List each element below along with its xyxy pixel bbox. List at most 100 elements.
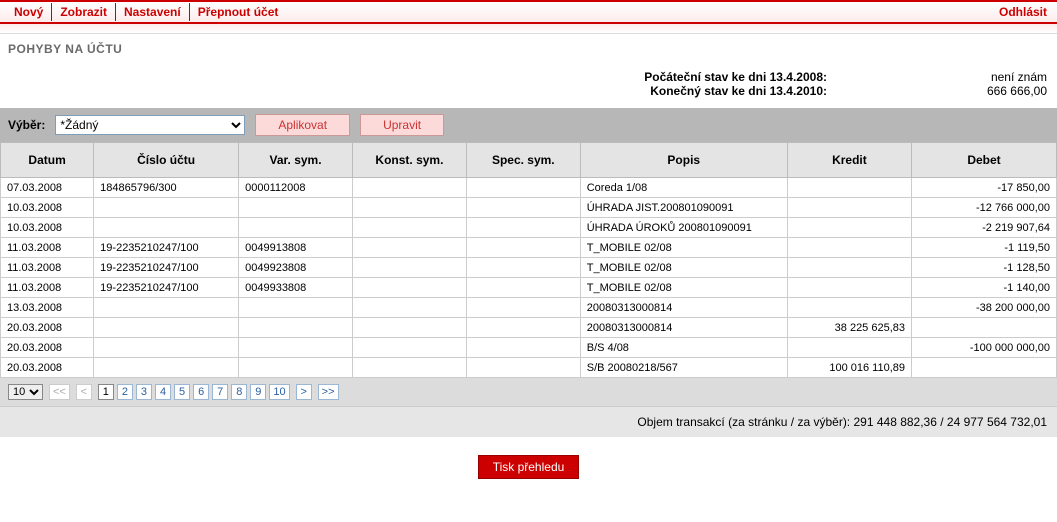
pager-page-4[interactable]: 4 xyxy=(155,384,171,400)
cell-credit xyxy=(787,178,911,198)
print-row: Tisk přehledu xyxy=(0,437,1057,497)
page-size-select[interactable]: 10 xyxy=(8,384,43,400)
table-row: 10.03.2008ÚHRADA JIST.200801090091-12 76… xyxy=(1,198,1057,218)
cell-konst-sym xyxy=(352,218,466,238)
cell-credit xyxy=(787,198,911,218)
cell-var-sym: 0049923808 xyxy=(239,258,353,278)
cell-debit: -100 000 000,00 xyxy=(912,338,1057,358)
col-account: Číslo účtu xyxy=(94,143,239,178)
table-row: 11.03.200819-2235210247/1000049913808 T_M… xyxy=(1,238,1057,258)
pager-page-2[interactable]: 2 xyxy=(117,384,133,400)
filter-label: Výběr: xyxy=(8,118,45,132)
cell-konst-sym xyxy=(352,338,466,358)
table-row: 20.03.2008S/B 20080218/567100 016 110,89 xyxy=(1,358,1057,378)
cell-description: T_MOBILE 02/08 xyxy=(580,258,787,278)
cell-description: 20080313000814 xyxy=(580,318,787,338)
cell-konst-sym xyxy=(352,198,466,218)
cell-konst-sym xyxy=(352,258,466,278)
cell-konst-sym xyxy=(352,298,466,318)
table-row: 11.03.200819-2235210247/1000049933808T_M… xyxy=(1,278,1057,298)
pager-page-9[interactable]: 9 xyxy=(250,384,266,400)
table-row: 11.03.200819-2235210247/1000049923808T_M… xyxy=(1,258,1057,278)
pager-next[interactable]: > xyxy=(296,384,312,400)
cell-konst-sym xyxy=(352,178,466,198)
balance-summary: Počáteční stav ke dni 13.4.2008: není zn… xyxy=(0,66,1057,108)
cell-spec-sym xyxy=(466,358,580,378)
cell-debit: -1 119,50 xyxy=(912,238,1057,258)
pager-page-10[interactable]: 10 xyxy=(269,384,289,400)
cell-debit xyxy=(912,318,1057,338)
pager-last[interactable]: >> xyxy=(318,384,339,400)
apply-button[interactable]: Aplikovat xyxy=(255,114,350,136)
cell-var-sym: 0000112008 xyxy=(239,178,353,198)
cell-spec-sym xyxy=(466,338,580,358)
transactions-table: Datum Číslo účtu Var. sym. Konst. sym. S… xyxy=(0,142,1057,378)
cell-date: 20.03.2008 xyxy=(1,318,94,338)
cell-spec-sym xyxy=(466,198,580,218)
cell-konst-sym xyxy=(352,318,466,338)
cell-konst-sym xyxy=(352,358,466,378)
col-konst-sym: Konst. sym. xyxy=(352,143,466,178)
cell-var-sym: 0049913808 xyxy=(239,238,353,258)
pager-page-6[interactable]: 6 xyxy=(193,384,209,400)
cell-credit xyxy=(787,338,911,358)
menu-view[interactable]: Zobrazit xyxy=(52,3,116,21)
cell-var-sym xyxy=(239,298,353,318)
cell-account: 19-2235210247/100 xyxy=(94,238,239,258)
volume-label: Objem transakcí (za stránku / za výběr): xyxy=(637,415,853,429)
cell-spec-sym xyxy=(466,238,580,258)
cell-account xyxy=(94,358,239,378)
cell-description: S/B 20080218/567 xyxy=(580,358,787,378)
cell-date: 11.03.2008 xyxy=(1,278,94,298)
cell-spec-sym xyxy=(466,218,580,238)
menu-new[interactable]: Nový xyxy=(6,3,52,21)
cell-date: 13.03.2008 xyxy=(1,298,94,318)
cell-description: T_MOBILE 02/08 xyxy=(580,278,787,298)
cell-spec-sym xyxy=(466,278,580,298)
cell-description: T_MOBILE 02/08 xyxy=(580,238,787,258)
print-button[interactable]: Tisk přehledu xyxy=(478,455,580,479)
cell-var-sym xyxy=(239,218,353,238)
closing-balance-value: 666 666,00 xyxy=(907,84,1047,98)
pager-page-7[interactable]: 7 xyxy=(212,384,228,400)
cell-credit xyxy=(787,258,911,278)
menu-switch-account[interactable]: Přepnout účet xyxy=(190,3,287,21)
logout-link[interactable]: Odhlásit xyxy=(999,5,1051,19)
cell-date: 11.03.2008 xyxy=(1,258,94,278)
cell-account xyxy=(94,298,239,318)
cell-credit xyxy=(787,218,911,238)
page-title: POHYBY NA ÚČTU xyxy=(0,34,1057,66)
cell-account xyxy=(94,318,239,338)
cell-date: 20.03.2008 xyxy=(1,358,94,378)
pager-page-8[interactable]: 8 xyxy=(231,384,247,400)
col-spec-sym: Spec. sym. xyxy=(466,143,580,178)
opening-balance-label: Počáteční stav ke dni 13.4.2008: xyxy=(467,70,827,84)
col-var-sym: Var. sym. xyxy=(239,143,353,178)
col-description: Popis xyxy=(580,143,787,178)
pager-first[interactable]: << xyxy=(49,384,70,400)
cell-description: 20080313000814 xyxy=(580,298,787,318)
pager-prev[interactable]: < xyxy=(76,384,92,400)
cell-date: 11.03.2008 xyxy=(1,238,94,258)
cell-date: 07.03.2008 xyxy=(1,178,94,198)
sub-bar xyxy=(0,24,1057,34)
cell-credit xyxy=(787,278,911,298)
cell-description: B/S 4/08 xyxy=(580,338,787,358)
cell-spec-sym xyxy=(466,258,580,278)
table-row: 13.03.200820080313000814-38 200 000,00 xyxy=(1,298,1057,318)
cell-account xyxy=(94,198,239,218)
cell-spec-sym xyxy=(466,178,580,198)
cell-spec-sym xyxy=(466,318,580,338)
pager-page-3[interactable]: 3 xyxy=(136,384,152,400)
edit-button[interactable]: Upravit xyxy=(360,114,444,136)
cell-description: ÚHRADA ÚROKŮ 200801090091 xyxy=(580,218,787,238)
closing-balance-label: Konečný stav ke dni 13.4.2010: xyxy=(467,84,827,98)
top-menu-bar: Nový Zobrazit Nastavení Přepnout účet Od… xyxy=(0,0,1057,24)
filter-select[interactable]: *Žádný xyxy=(55,115,245,135)
pager-page-1[interactable]: 1 xyxy=(98,384,114,400)
transactions-volume: Objem transakcí (za stránku / za výběr):… xyxy=(0,406,1057,437)
pager-page-5[interactable]: 5 xyxy=(174,384,190,400)
volume-value: 291 448 882,36 / 24 977 564 732,01 xyxy=(853,415,1047,429)
cell-credit xyxy=(787,238,911,258)
menu-settings[interactable]: Nastavení xyxy=(116,3,190,21)
